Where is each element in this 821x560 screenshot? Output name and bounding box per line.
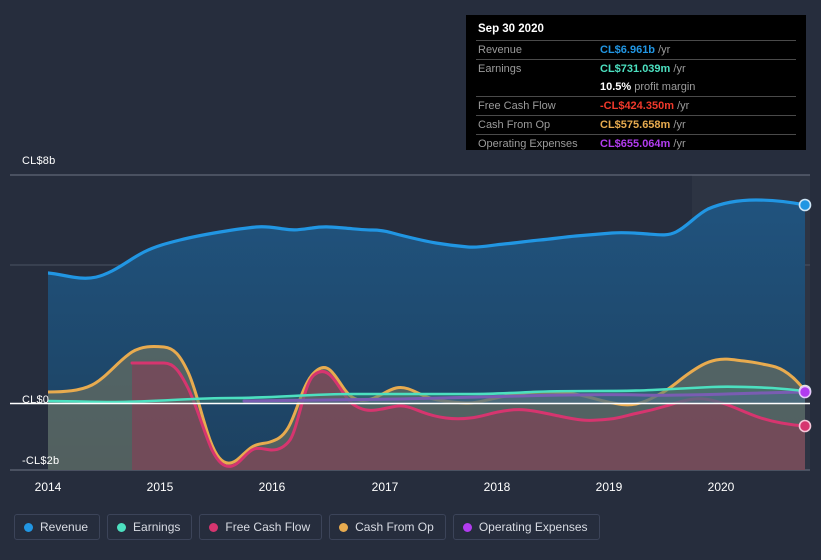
tooltip-date: Sep 30 2020 — [478, 23, 544, 35]
tooltip-row-free-cash-flow: Free Cash Flow -CL$424.350m /yr — [476, 96, 796, 116]
tooltip-row-earnings: Earnings CL$731.039m /yr — [476, 59, 796, 78]
legend-item-free-cash-flow[interactable]: Free Cash Flow — [199, 514, 323, 540]
x-axis-tick-2017: 2017 — [371, 480, 399, 494]
tooltip-amount-cash-from-op: CL$575.658m — [600, 119, 671, 131]
tooltip-row-profit-margin: 10.5% profit margin — [476, 78, 796, 97]
tooltip-unit-cash-from-op: /yr — [673, 119, 686, 131]
legend-item-revenue[interactable]: Revenue — [14, 514, 101, 540]
tooltip-value-operating-expenses: CL$655.064m /yr — [598, 134, 796, 153]
x-axis-tick-2016: 2016 — [258, 480, 286, 494]
legend-item-earnings[interactable]: Earnings — [107, 514, 193, 540]
legend-item-operating-expenses[interactable]: Operating Expenses — [452, 514, 600, 540]
x-axis-tick-2014: 2014 — [34, 480, 62, 494]
legend-label-earnings: Earnings — [133, 520, 181, 534]
legend-dot-revenue-icon — [24, 522, 33, 532]
legend-label-free-cash-flow: Free Cash Flow — [225, 520, 311, 534]
tooltip-row-cash-from-op: Cash From Op CL$575.658m /yr — [476, 115, 796, 135]
tooltip-amount-earnings: CL$731.039m — [600, 63, 671, 75]
tooltip-value-cash-from-op: CL$575.658m /yr — [598, 115, 796, 135]
legend-dot-operating-expenses-icon — [462, 522, 472, 532]
legend-label-cash-from-op: Cash From Op — [355, 520, 434, 534]
tooltip-unit-operating-expenses: /yr — [673, 138, 686, 150]
endpoint-free-cash-flow — [798, 419, 812, 433]
x-axis-tick-2019: 2019 — [595, 480, 623, 494]
endpoint-revenue — [798, 198, 812, 212]
legend-item-cash-from-op[interactable]: Cash From Op — [329, 514, 446, 540]
tooltip-value-profit-margin: 10.5% profit margin — [598, 78, 796, 97]
tooltip-value-revenue: CL$6.961b /yr — [598, 40, 796, 60]
tooltip-unit-earnings: /yr — [673, 63, 686, 75]
tooltip-value-free-cash-flow: -CL$424.350m /yr — [598, 96, 796, 116]
tooltip-values-table: Revenue CL$6.961b /yr Earnings CL$731.03… — [476, 40, 796, 153]
tooltip-key-revenue: Revenue — [476, 40, 598, 60]
tooltip-value-earnings: CL$731.039m /yr — [598, 59, 796, 78]
tooltip-unit-profit-margin: profit margin — [634, 81, 696, 93]
tooltip-amount-profit-margin: 10.5% — [600, 81, 632, 93]
legend-dot-cash-from-op-icon — [339, 522, 349, 532]
tooltip-key-free-cash-flow: Free Cash Flow — [476, 96, 598, 116]
legend-dot-free-cash-flow-icon — [209, 522, 219, 532]
legend-label-revenue: Revenue — [40, 520, 89, 534]
x-axis-tick-2015: 2015 — [146, 480, 174, 494]
tooltip-amount-revenue: CL$6.961b — [600, 44, 656, 56]
tooltip-key-cash-from-op: Cash From Op — [476, 115, 598, 135]
tooltip-amount-free-cash-flow: -CL$424.350m — [600, 100, 674, 112]
tooltip-key-profit-margin — [476, 78, 598, 97]
endpoint-operating-expenses — [798, 385, 812, 399]
chart-legend: Revenue Earnings Free Cash Flow Cash Fro… — [14, 514, 600, 540]
tooltip-unit-revenue: /yr — [658, 44, 671, 56]
tooltip-row-operating-expenses: Operating Expenses CL$655.064m /yr — [476, 134, 796, 153]
tooltip-row-revenue: Revenue CL$6.961b /yr — [476, 40, 796, 60]
data-tooltip: Sep 30 2020 Revenue CL$6.961b /yr Earnin… — [466, 15, 806, 153]
legend-dot-earnings-icon — [117, 522, 127, 532]
x-axis-tick-2018: 2018 — [483, 480, 511, 494]
financial-area-chart: CL$8b CL$0 -CL$2b 2014 2015 2016 2017 20… — [0, 0, 821, 560]
tooltip-amount-operating-expenses: CL$655.064m — [600, 138, 671, 150]
tooltip-unit-free-cash-flow: /yr — [677, 100, 690, 112]
x-axis-tick-2020: 2020 — [707, 480, 735, 494]
tooltip-key-operating-expenses: Operating Expenses — [476, 134, 598, 153]
legend-label-operating-expenses: Operating Expenses — [478, 520, 588, 534]
tooltip-key-earnings: Earnings — [476, 59, 598, 78]
